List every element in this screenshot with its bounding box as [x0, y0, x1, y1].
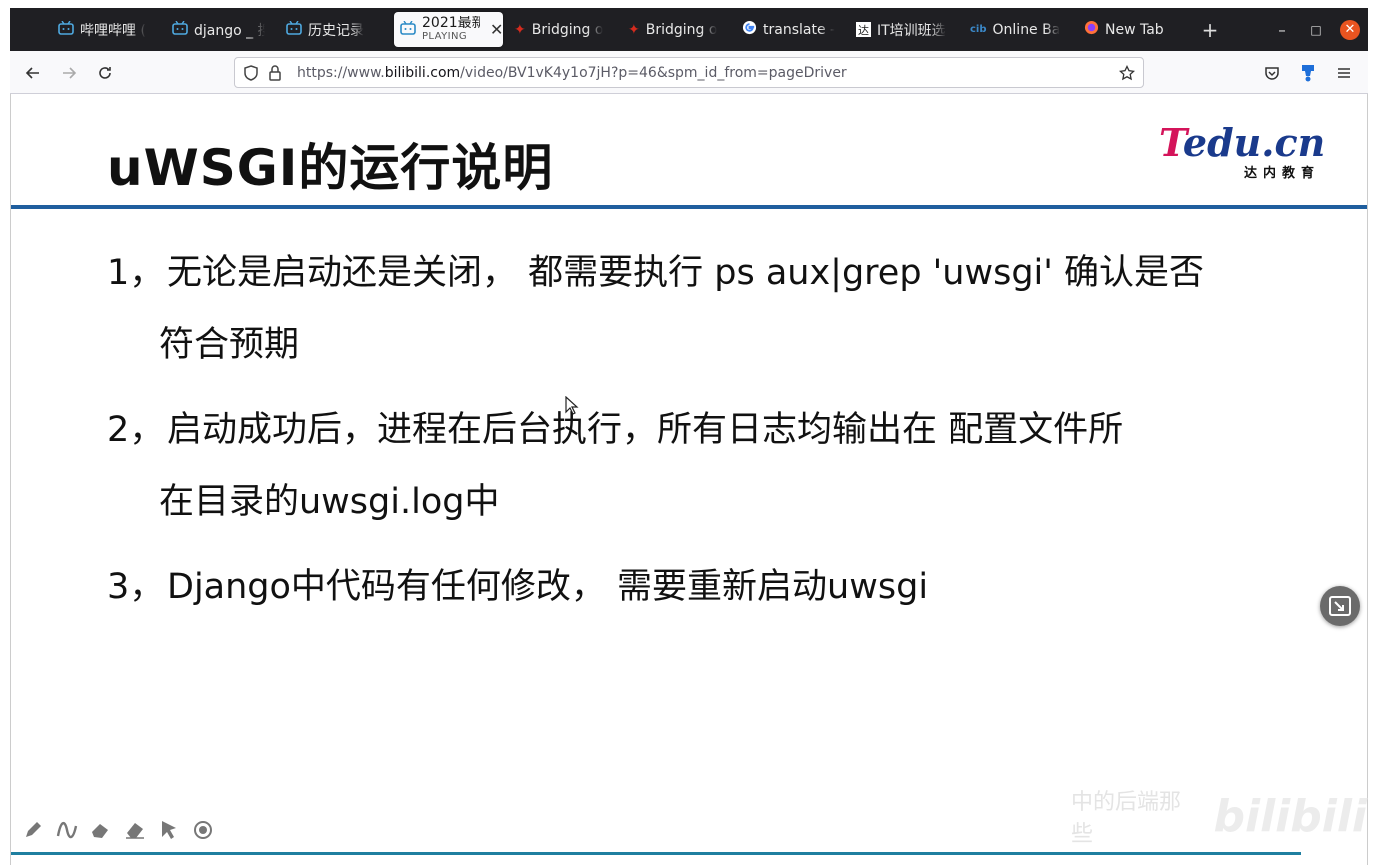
- item-number: 3，: [107, 567, 165, 607]
- lock-icon[interactable]: [263, 64, 287, 81]
- url-text: https://www.bilibili.com/video/BV1vK4y1o…: [297, 65, 847, 81]
- video-slide: uWSGI的运行说明 Tedu.cn 达内教育 1，无论是启动还是关闭， 都需要…: [10, 94, 1368, 865]
- slide-title: uWSGI的运行说明: [107, 139, 554, 197]
- highlighter-tool-button[interactable]: [89, 818, 113, 842]
- tarena-icon: 达: [856, 22, 871, 37]
- item-text-line1: 启动成功后，进程在后台执行，所有日志均输出在 配置文件所: [167, 410, 1124, 450]
- tab-django-search[interactable]: django _ 搜: [166, 14, 271, 45]
- cibc-icon: cib: [970, 24, 987, 35]
- highlighter-icon: [92, 824, 108, 838]
- address-bar[interactable]: https://www.bilibili.com/video/BV1vK4y1o…: [234, 57, 1144, 88]
- maple-leaf-icon: ✦: [628, 21, 640, 38]
- tab-label: Online Ba: [992, 21, 1061, 38]
- tab-it-training[interactable]: 达 IT培训班选: [850, 14, 955, 45]
- eraser-tool-button[interactable]: [123, 818, 147, 842]
- reload-button[interactable]: [92, 60, 118, 86]
- tab-label: 哔哩哔哩 (: [80, 22, 146, 39]
- bilibili-watermark: 中的后端那些 bilibili: [1071, 784, 1367, 848]
- tab-label: IT培训班选: [877, 22, 946, 39]
- curve-tool-button[interactable]: [55, 818, 79, 842]
- hamburger-menu-icon: [1338, 68, 1350, 78]
- extension-button[interactable]: [1295, 60, 1321, 86]
- app-menu-button[interactable]: [1331, 60, 1357, 86]
- close-window-button[interactable]: ✕: [1338, 8, 1362, 51]
- pointer-icon: [162, 821, 176, 839]
- tab-label: New Tab: [1105, 21, 1164, 38]
- maximize-button[interactable]: □: [1306, 8, 1326, 51]
- record-tool-button[interactable]: [191, 818, 215, 842]
- tab-translate[interactable]: translate -: [736, 14, 841, 45]
- tab-strip: 哔哩哔哩 ( django _ 搜 历史记录 2021最新 PLAYING ✕ …: [10, 8, 1368, 51]
- tab-online-banking[interactable]: cib Online Ba: [964, 14, 1069, 45]
- bilibili-icon: [286, 20, 302, 39]
- item-text-line2: 在目录的uwsgi.log中: [159, 482, 500, 522]
- tab-new-tab[interactable]: New Tab: [1078, 14, 1183, 45]
- back-button[interactable]: [20, 60, 46, 86]
- item-number: 1，: [107, 253, 165, 293]
- item-number: 2，: [107, 410, 165, 450]
- title-divider: [11, 205, 1367, 209]
- curve-icon: [56, 822, 78, 839]
- tab-label: Bridging o: [531, 21, 604, 38]
- tab-history[interactable]: 历史记录: [280, 14, 385, 45]
- bilibili-icon: [58, 20, 74, 39]
- close-icon: ✕: [1340, 19, 1360, 40]
- arrow-left-icon: [25, 67, 39, 79]
- pen-tool-button[interactable]: [21, 818, 45, 842]
- annotation-toolbar: [21, 818, 215, 842]
- pocket-button[interactable]: [1259, 60, 1285, 86]
- tab-label: django _ 搜: [194, 22, 265, 39]
- video-progress-bar[interactable]: [11, 852, 1301, 855]
- new-tab-button[interactable]: +: [1198, 8, 1222, 51]
- google-icon: [742, 20, 757, 39]
- item-text-line1: Django中代码有任何修改， 需要重新启动uwsgi: [167, 567, 929, 607]
- eraser-icon: [126, 823, 144, 839]
- logo-wordmark: Tedu.cn: [1159, 124, 1325, 162]
- list-item: 3，Django中代码有任何修改， 需要重新启动uwsgi: [107, 551, 928, 623]
- item-text-line2: 符合预期: [159, 325, 300, 365]
- picture-in-picture-icon: [1329, 596, 1351, 616]
- tab-bilibili-home[interactable]: 哔哩哔哩 (: [52, 14, 157, 45]
- tab-playing-video[interactable]: 2021最新 PLAYING ✕: [394, 12, 503, 47]
- bilibili-logo: bilibili: [1213, 790, 1367, 842]
- navigation-toolbar: https://www.bilibili.com/video/BV1vK4y1o…: [10, 51, 1368, 94]
- url-path: /video/BV1vK4y1o7jH?p=46&spm_id_from=pag…: [460, 64, 847, 81]
- logo-subtitle: 达内教育: [1243, 166, 1320, 181]
- url-domain: bilibili.com: [384, 64, 461, 81]
- firefox-icon: [1084, 20, 1099, 39]
- pen-icon: [26, 822, 41, 837]
- item-text-line1: 无论是启动还是关闭， 都需要执行 ps aux|grep 'uwsgi' 确认是…: [167, 253, 1205, 293]
- mouse-cursor-icon: [565, 395, 579, 420]
- pocket-icon: [1265, 67, 1279, 80]
- logo-t: T: [1159, 120, 1183, 165]
- maple-leaf-icon: ✦: [514, 21, 526, 38]
- reload-icon: [99, 67, 111, 79]
- tedu-logo: Tedu.cn 达内教育: [1159, 124, 1325, 182]
- tab-close-button[interactable]: ✕: [490, 20, 503, 39]
- tab-label: translate -: [763, 21, 835, 38]
- forward-button[interactable]: [56, 60, 82, 86]
- pointer-tool-button[interactable]: [157, 818, 181, 842]
- bilibili-icon: [400, 20, 416, 39]
- arrow-right-icon: [63, 67, 77, 79]
- list-item: 1，无论是启动还是关闭， 都需要执行 ps aux|grep 'uwsgi' 确…: [107, 237, 1204, 381]
- tab-bridging-1[interactable]: ✦ Bridging o: [508, 14, 613, 45]
- tab-playing-indicator: PLAYING: [422, 30, 467, 42]
- tab-label: 2021最新: [422, 15, 480, 30]
- extension-icon: [1302, 65, 1314, 82]
- url-prefix: https://www.: [297, 64, 385, 81]
- list-item: 2，启动成功后，进程在后台执行，所有日志均输出在 配置文件所 在目录的uwsgi…: [107, 394, 1123, 538]
- bilibili-icon: [172, 20, 188, 39]
- tab-bridging-2[interactable]: ✦ Bridging o: [622, 14, 727, 45]
- minimize-button[interactable]: –: [1272, 8, 1292, 51]
- watermark-text: 中的后端那些: [1071, 790, 1182, 847]
- record-icon: [194, 821, 212, 839]
- tab-label: 历史记录: [308, 22, 364, 39]
- picture-in-picture-button[interactable]: [1320, 586, 1360, 626]
- tab-label: Bridging o: [645, 21, 718, 38]
- bookmark-star-icon[interactable]: [1115, 64, 1139, 81]
- logo-rest: edu.cn: [1182, 120, 1326, 165]
- shield-icon[interactable]: [239, 64, 263, 81]
